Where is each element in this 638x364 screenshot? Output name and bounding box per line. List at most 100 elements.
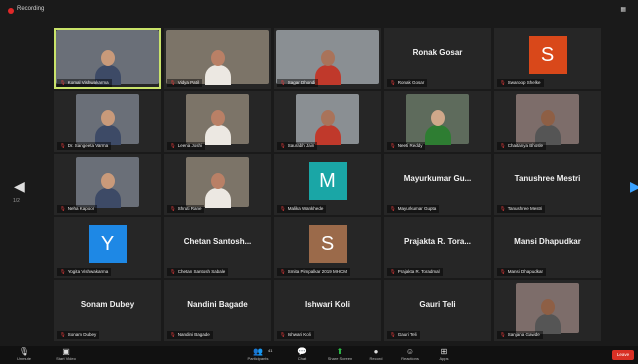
- participant-name: Leena Joshi: [177, 143, 202, 148]
- microphone-muted-icon: 🎙: [390, 206, 396, 211]
- participant-name-tag: 🎙 Sonam Dubey: [57, 331, 100, 339]
- participant-tile[interactable]: Gauri Teli 🎙 Gauri Teli: [384, 280, 491, 341]
- microphone-muted-icon: 🎙: [170, 269, 176, 274]
- participant-name-tag: 🎙 Nandini Bagade: [167, 331, 213, 339]
- participant-name-tag: 🎙 Sagar Dhondi: [277, 79, 319, 87]
- participant-name-tag: 🎙 Neeti Reddy: [387, 142, 426, 150]
- participant-display-name: Sonam Dubey: [80, 300, 135, 309]
- figure-body: [94, 188, 121, 208]
- participant-tile[interactable]: 🎙 Leena Joshi: [164, 91, 271, 152]
- participant-name-tag: 🎙 Sanjana Gawde: [497, 331, 543, 339]
- figure-head: [320, 110, 335, 126]
- participant-name: Mansi Dhapudkar: [507, 269, 543, 274]
- participant-tile[interactable]: S 🎙 Swaroop Shelke: [494, 28, 601, 89]
- participant-tile[interactable]: S 🎙 Smita Pimpalkar 2019 MHCM: [274, 217, 381, 278]
- microphone-muted-icon: 🎙: [280, 143, 286, 148]
- participant-tile[interactable]: 🎙 Dr. Sangeeta Varma: [54, 91, 161, 152]
- participant-display-name: Gauri Teli: [419, 300, 456, 309]
- participant-tile[interactable]: Tanushree Mestri 🎙 Tanushree Mestri: [494, 154, 601, 215]
- participant-tile[interactable]: Ishwari Koli 🎙 Ishwari Koli: [274, 280, 381, 341]
- participant-video: [276, 30, 379, 85]
- view-toggle-icon[interactable]: ▦: [620, 6, 626, 13]
- participant-tile[interactable]: M 🎙 Malika Wankhede: [274, 154, 381, 215]
- participant-tile[interactable]: Mayurkumar Gu... 🎙 Mayurkumar Gupta: [384, 154, 491, 215]
- participant-video: [76, 94, 139, 145]
- participant-tile[interactable]: Chetan Santosh... 🎙 Chetan Santosh Sabale: [164, 217, 271, 278]
- participant-name: Prajakta R. Toradmal: [397, 269, 440, 274]
- figure-body: [204, 125, 231, 145]
- participant-tile[interactable]: 🎙 Saurabh Jain: [274, 91, 381, 152]
- participant-tile[interactable]: 🎙 Vidya Patil: [164, 28, 271, 89]
- unmute-button[interactable]: 🎙 Unmute: [4, 347, 44, 363]
- microphone-muted-icon: 🎙: [390, 80, 396, 85]
- participant-display-name: Tanushree Mestri: [514, 174, 581, 183]
- microphone-muted-icon: 🎙: [170, 206, 176, 211]
- figure-head: [100, 50, 115, 66]
- participant-name-tag: 🎙 Prajakta R. Toradmal: [387, 268, 443, 276]
- participant-tile[interactable]: Mansi Dhapudkar 🎙 Mansi Dhapudkar: [494, 217, 601, 278]
- participant-tile[interactable]: Prajakta R. Tora... 🎙 Prajakta R. Toradmal: [384, 217, 491, 278]
- participant-name-tag: 🎙 Chetan Santosh Sabale: [167, 268, 229, 276]
- participant-tile[interactable]: 🎙 Shruti Rane: [164, 154, 271, 215]
- microphone-muted-icon: 🎙: [60, 80, 66, 85]
- figure-body: [314, 65, 341, 85]
- participant-name-tag: 🎙 Komal Vishwakarma: [57, 79, 112, 87]
- participant-tile[interactable]: 🎙 Sanjana Gawde: [494, 280, 601, 341]
- participant-figure: [534, 110, 561, 145]
- apps-button[interactable]: ⊞ Apps: [424, 347, 464, 363]
- participant-name-tag: 🎙 Malika Wankhede: [277, 205, 327, 213]
- participant-tile[interactable]: 🎙 Chaitanya Bhosle: [494, 91, 601, 152]
- participant-name-tag: 🎙 Shruti Rane: [167, 205, 205, 213]
- chat-button[interactable]: 💬 Chat: [282, 347, 322, 363]
- participant-tile[interactable]: 🎙 Neeti Reddy: [384, 91, 491, 152]
- participant-display-name: Nandini Bagade: [187, 300, 248, 309]
- participant-video: [56, 30, 159, 85]
- participant-video: [166, 30, 269, 85]
- participant-video: [406, 94, 469, 145]
- microphone-muted-icon: 🎙: [390, 269, 396, 274]
- next-page-arrow-icon[interactable]: ▶: [630, 178, 638, 195]
- participant-name: Sonam Dubey: [67, 332, 97, 337]
- participant-tile[interactable]: Ronak Gosar 🎙 Ronak Gosar: [384, 28, 491, 89]
- participant-figure: [204, 173, 231, 208]
- participant-name: Saurabh Jain: [287, 143, 315, 148]
- chat-icon: 💬: [297, 347, 307, 356]
- participant-name: Dr. Sangeeta Varma: [67, 143, 109, 148]
- participant-name: Sagar Dhondi: [287, 80, 316, 85]
- figure-head: [320, 50, 335, 66]
- recording-label: Recording: [17, 6, 45, 12]
- share-screen-button[interactable]: ⬆ Share Screen: [320, 347, 360, 363]
- participant-tile[interactable]: 🎙 Neha Kapoor: [54, 154, 161, 215]
- share-screen-icon: ⬆: [336, 347, 344, 356]
- figure-head: [210, 110, 225, 126]
- participant-video: [76, 157, 139, 208]
- participant-name-tag: 🎙 Yogita Vishwakarma: [57, 268, 112, 276]
- participant-figure: [314, 50, 341, 85]
- participant-tile[interactable]: Sonam Dubey 🎙 Sonam Dubey: [54, 280, 161, 341]
- participant-tile[interactable]: Nandini Bagade 🎙 Nandini Bagade: [164, 280, 271, 341]
- participant-name-tag: 🎙 Swaroop Shelke: [497, 79, 544, 87]
- participant-name: Nandini Bagade: [177, 332, 210, 337]
- microphone-muted-icon: 🎙: [280, 206, 286, 211]
- participant-figure: [424, 110, 451, 145]
- participant-video: [516, 283, 579, 334]
- participant-display-name: Chetan Santosh...: [183, 237, 252, 246]
- leave-button[interactable]: Leave: [612, 350, 634, 360]
- participant-tile[interactable]: 🎙 Sagar Dhondi: [274, 28, 381, 89]
- recording-indicator-icon: [8, 8, 14, 14]
- participant-name: Gauri Teli: [397, 332, 417, 337]
- participant-tile[interactable]: 🎙 Komal Vishwakarma: [54, 28, 161, 89]
- figure-head: [430, 110, 445, 126]
- participant-video: [186, 94, 249, 145]
- start-video-button[interactable]: ▣ Start Video: [46, 347, 86, 363]
- figure-body: [424, 125, 451, 145]
- participants-count: 41: [268, 348, 273, 353]
- participant-tile[interactable]: Y 🎙 Yogita Vishwakarma: [54, 217, 161, 278]
- participant-avatar: S: [308, 225, 347, 263]
- microphone-muted-icon: 🎙: [60, 332, 66, 337]
- participant-figure: [94, 110, 121, 145]
- figure-head: [540, 110, 555, 126]
- microphone-muted-icon: 🎙: [280, 269, 286, 274]
- previous-page-arrow-icon[interactable]: ◀: [14, 178, 25, 195]
- figure-body: [204, 188, 231, 208]
